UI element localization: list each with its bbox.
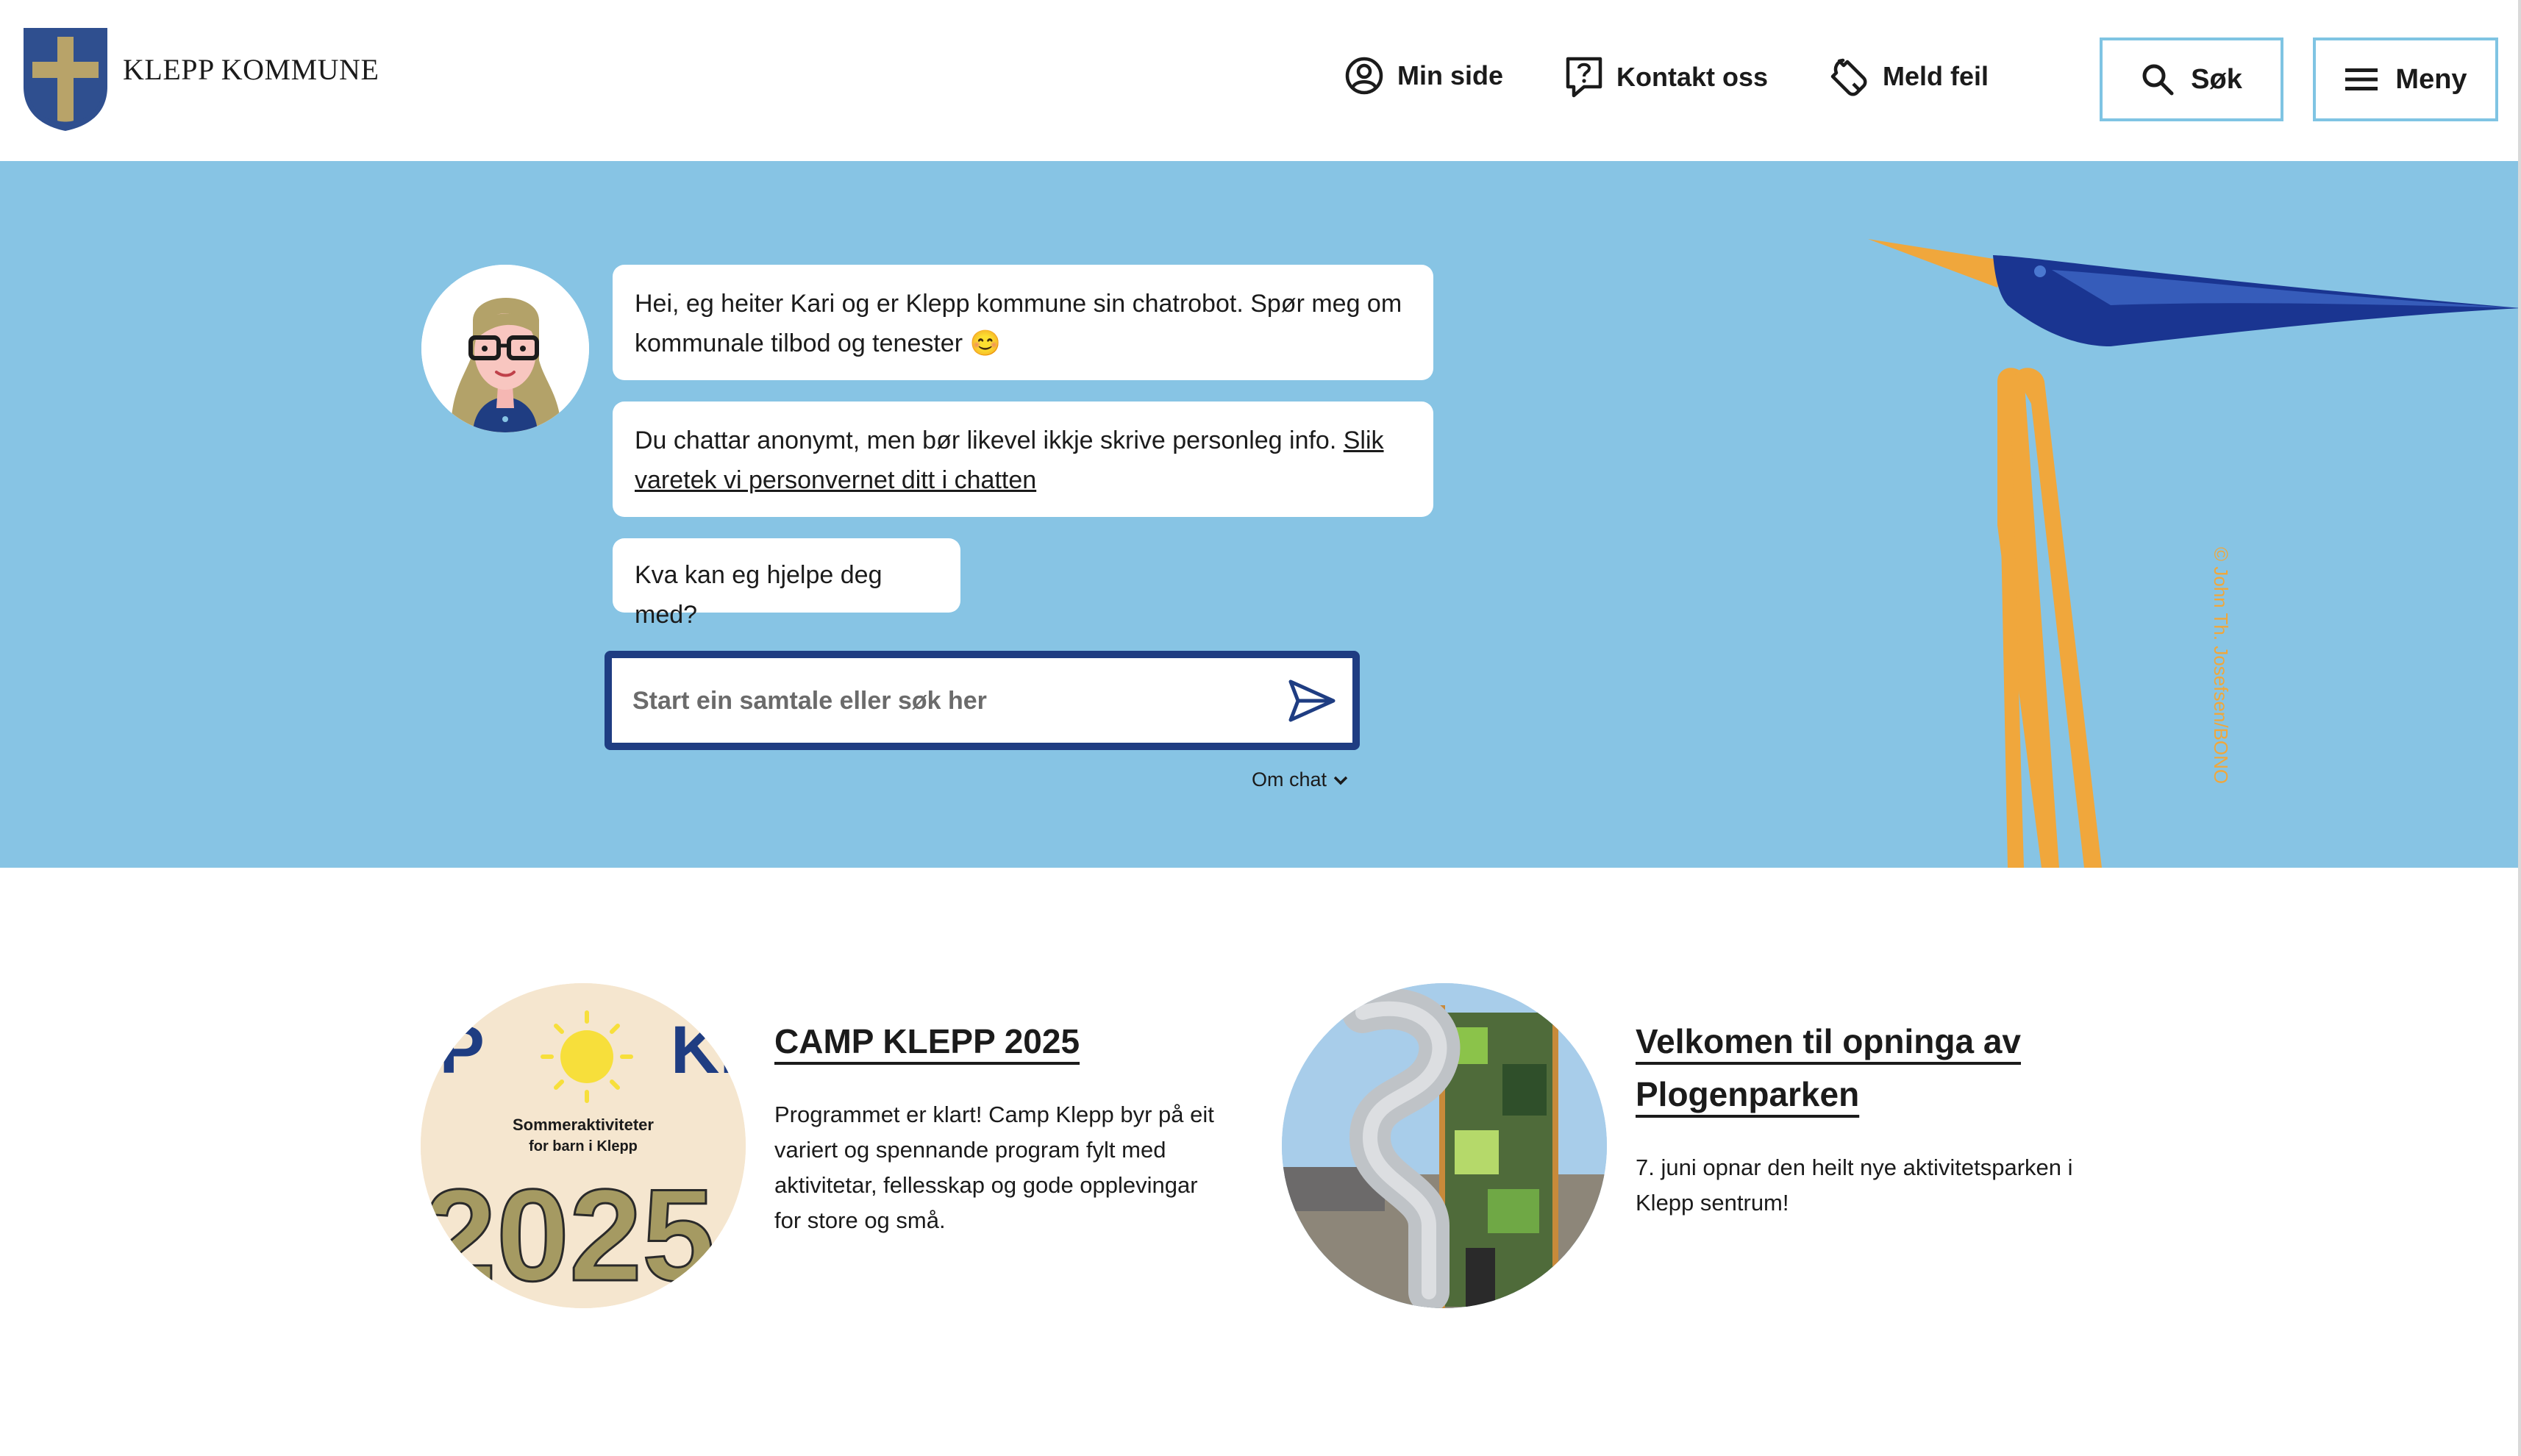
poster-sub2: for barn i Klepp [529,1138,638,1155]
playground-photo [1282,983,1607,1308]
nav-min-side[interactable]: Min side [1344,56,1503,96]
scrollbar[interactable] [2518,0,2521,1456]
news-title-camp-klepp[interactable]: CAMP KLEPP 2025 [774,1015,1216,1068]
chatbot-kari-illustration [421,265,589,432]
wrench-icon [1830,58,1867,96]
send-icon[interactable] [1288,679,1336,723]
about-chat-toggle[interactable]: Om chat [1252,768,1349,791]
chat-message-help-text: Kva kan eg hjelpe deg med? [635,561,882,629]
nav-meld-feil[interactable]: Meld feil [1828,56,1989,97]
chat-message-privacy-text: Du chattar anonymt, men bør likevel ikkj… [635,427,1344,454]
news-title-plogenparken[interactable]: Velkomen til opninga av Plogenparken [1636,1015,2092,1121]
poster-year: 2025 [424,1162,715,1308]
camp-klepp-poster: IP KI Sommeraktiviteter for barn i Klepp… [421,983,746,1308]
news-text-plogenparken: 7. juni opnar den heilt nye aktivitetspa… [1636,1155,2073,1216]
klepp-logo[interactable] [22,26,109,132]
hamburger-icon [2345,68,2378,90]
search-button[interactable]: Søk [2100,38,2283,121]
menu-button-label: Meny [2395,63,2467,95]
coat-of-arms-icon [24,28,107,131]
chat-message-privacy: Du chattar anonymt, men bør likevel ikkj… [613,402,1433,517]
nav-kontakt-oss[interactable]: Kontakt oss [1565,56,1768,99]
chat-input[interactable] [631,658,1237,744]
search-icon [2142,64,2174,96]
news-title-camp-klepp-text: CAMP KLEPP 2025 [774,1022,1080,1060]
poster-sub1: Sommeraktiviteter [513,1116,654,1134]
chat-message-help: Kva kan eg hjelpe deg med? [613,538,960,629]
news-title-plogenparken-text: Velkomen til opninga av Plogenparken [1636,1022,2022,1113]
chatbot-avatar [421,265,589,432]
nav-min-side-label: Min side [1397,60,1504,90]
camp-klepp-image[interactable]: IP KI Sommeraktiviteter for barn i Klepp… [421,983,746,1308]
plogenparken-image[interactable] [1282,983,1607,1308]
nav-kontakt-oss-label: Kontakt oss [1616,62,1769,92]
question-bubble-icon [1566,57,1602,98]
menu-button[interactable]: Meny [2313,38,2498,121]
image-credit: © John Th. Josefsen/BONO [2210,547,2232,785]
chat-message-greeting-text: Hei, eg heiter Kari og er Klepp kommune … [635,290,1402,357]
about-chat-label: Om chat [1252,768,1327,791]
chat-input-box [605,651,1360,750]
news-text-camp-klepp: Programmet er klart! Camp Klepp byr på e… [774,1102,1214,1233]
site-header: KLEPP KOMMUNE Min side Kontakt oss Meld … [0,0,2521,161]
chat-message-greeting: Hei, eg heiter Kari og er Klepp kommune … [613,265,1433,380]
poster-text-left: IP [421,1013,485,1088]
poster-text-right: KI [671,1013,738,1088]
logo-text: KLEPP KOMMUNE [123,53,379,86]
nav-meld-feil-label: Meld feil [1883,61,1989,91]
heron-sculpture-illustration [1868,239,2521,868]
user-circle-icon [1345,57,1383,95]
chevron-down-icon [1333,776,1348,785]
chat-hero: Hei, eg heiter Kari og er Klepp kommune … [0,161,2521,868]
search-button-label: Søk [2191,63,2242,95]
